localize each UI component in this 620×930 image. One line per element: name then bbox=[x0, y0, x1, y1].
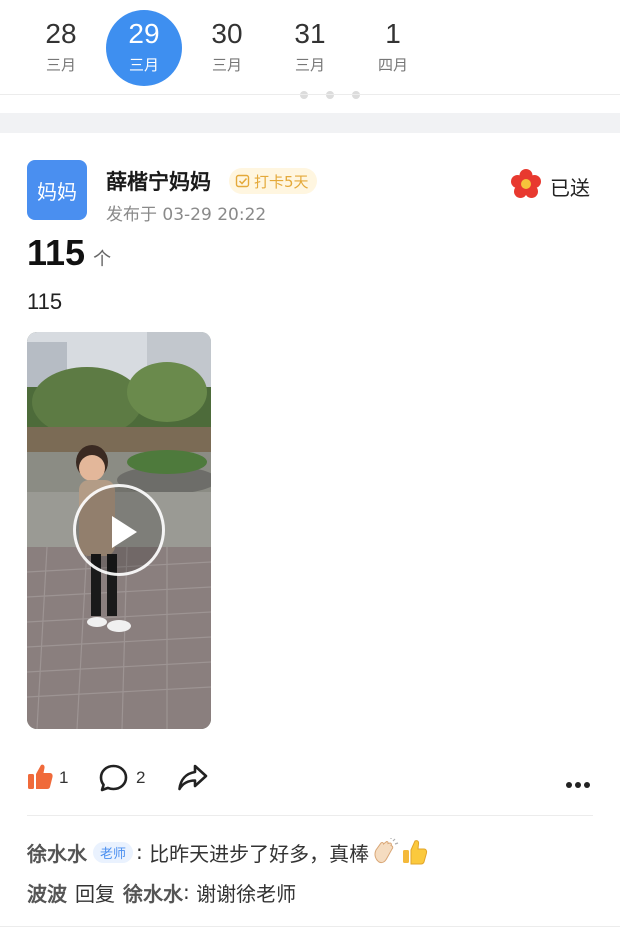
date-month: 三月 bbox=[45, 56, 76, 74]
date-day: 29 bbox=[128, 18, 160, 49]
date-month: 三月 bbox=[211, 56, 242, 74]
checkin-badge: 打卡5天 bbox=[229, 168, 317, 194]
publish-time: 发布于 03-29 20:22 bbox=[106, 205, 267, 225]
date-item-31[interactable]: 31 三月 bbox=[272, 10, 348, 86]
teacher-tag: 老师 bbox=[93, 841, 134, 863]
author-name[interactable]: 薛楷宁妈妈 bbox=[106, 166, 211, 196]
share-icon[interactable] bbox=[177, 763, 208, 792]
comment-item: 徐水水 老师 : 比昨天进步了好多，真棒 bbox=[27, 836, 429, 868]
date-day: 28 bbox=[45, 18, 77, 49]
thumbs-up-icon[interactable] bbox=[27, 763, 53, 791]
checkin-badge-label: 打卡5天 bbox=[254, 172, 309, 191]
avatar[interactable]: 妈妈 bbox=[27, 160, 87, 220]
clap-emoji bbox=[374, 838, 399, 864]
comment-item: 波波 回复 徐水水 : 谢谢徐老师 bbox=[27, 876, 296, 908]
comment-count: 2 bbox=[136, 768, 146, 787]
divider bbox=[0, 94, 620, 95]
date-month: 三月 bbox=[294, 56, 325, 74]
date-month: 三月 bbox=[128, 56, 159, 74]
reply-target[interactable]: 徐水水 bbox=[123, 878, 183, 907]
divider bbox=[0, 926, 620, 927]
date-day: 31 bbox=[294, 18, 326, 49]
reply-word: 回复 bbox=[75, 881, 115, 906]
date-item-29-selected[interactable]: 29 三月 bbox=[106, 10, 182, 86]
date-item-28[interactable]: 28 三月 bbox=[23, 10, 99, 86]
more-icon[interactable] bbox=[566, 775, 594, 788]
post-text: 115 bbox=[27, 289, 63, 314]
comment-text: 谢谢徐老师 bbox=[196, 881, 297, 906]
divider bbox=[27, 815, 593, 816]
comment-author[interactable]: 波波 bbox=[27, 878, 67, 907]
date-day: 1 bbox=[385, 18, 401, 49]
flower-icon[interactable] bbox=[510, 168, 542, 200]
play-icon bbox=[112, 516, 137, 548]
count-unit: 个 bbox=[93, 249, 112, 270]
count-row: 115 个 bbox=[27, 232, 111, 276]
section-gap bbox=[0, 113, 620, 133]
like-count: 1 bbox=[59, 768, 69, 787]
date-strip: 28 三月 29 三月 30 三月 31 三月 1 四月 bbox=[0, 0, 620, 99]
comment-icon[interactable] bbox=[99, 764, 128, 792]
sent-label: 已送 bbox=[550, 176, 590, 200]
date-item-30[interactable]: 30 三月 bbox=[189, 10, 265, 86]
video-thumbnail[interactable] bbox=[27, 332, 211, 729]
comment-text: 比昨天进步了好多，真棒 bbox=[149, 841, 370, 866]
date-day: 30 bbox=[211, 18, 243, 49]
date-item-1[interactable]: 1 四月 bbox=[355, 10, 431, 86]
page-indicator-dots bbox=[300, 86, 380, 99]
thumbs-up-emoji bbox=[403, 840, 428, 865]
count-value: 115 bbox=[27, 232, 86, 273]
date-month: 四月 bbox=[377, 56, 408, 74]
comment-author[interactable]: 徐水水 bbox=[27, 838, 87, 867]
checkin-icon bbox=[235, 174, 250, 188]
play-button[interactable] bbox=[73, 484, 165, 576]
